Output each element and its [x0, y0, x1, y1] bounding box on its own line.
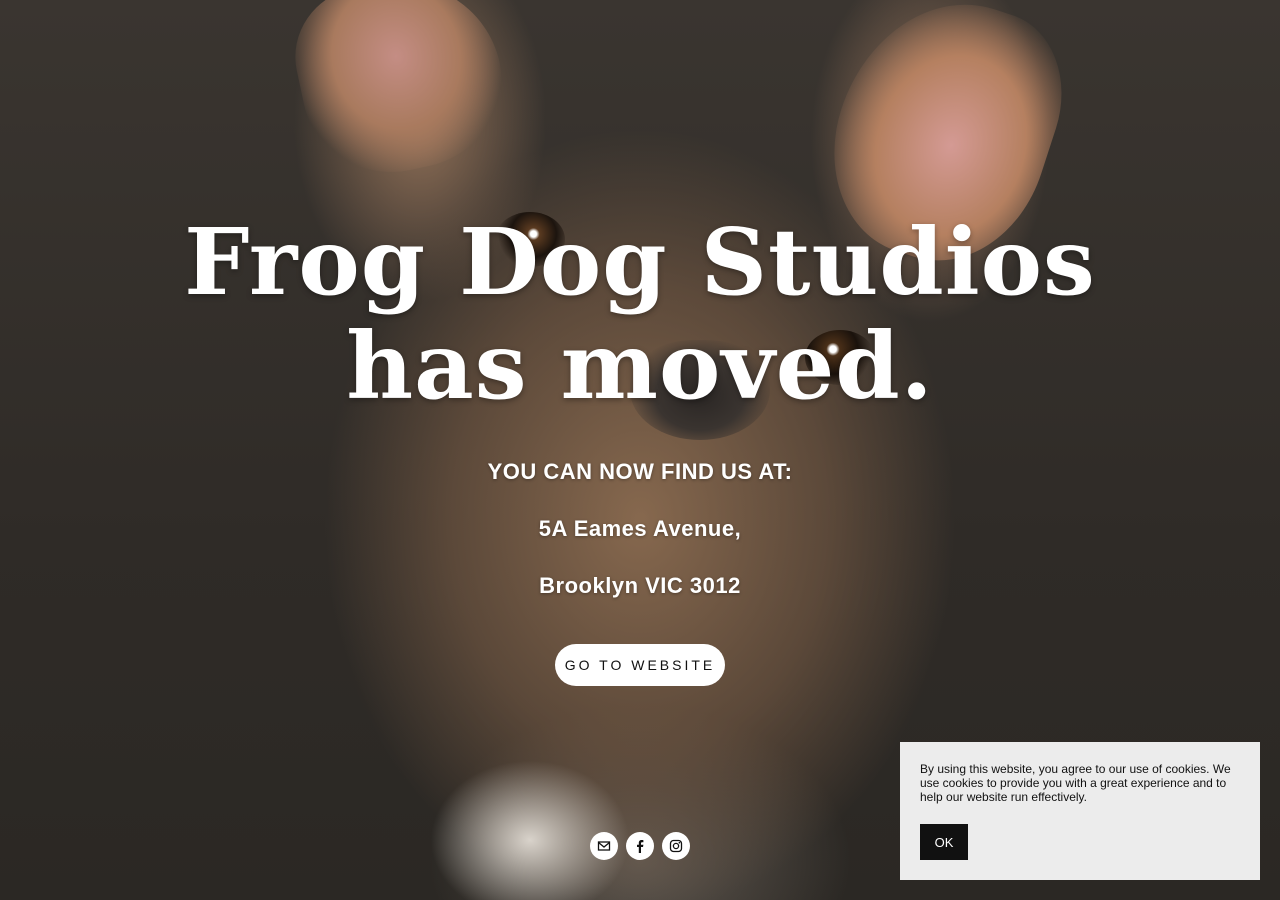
page-title-line-2: has moved. — [346, 312, 934, 420]
subheading: YOU CAN NOW FIND US AT: — [487, 459, 793, 484]
go-to-website-button[interactable]: GO TO WEBSITE — [555, 644, 725, 686]
cookie-notice-text: By using this website, you agree to our … — [920, 762, 1231, 804]
mail-icon — [597, 841, 611, 851]
social-links — [590, 832, 690, 860]
page-title: Frog Dog Studios has moved. — [140, 210, 1140, 418]
facebook-link[interactable] — [626, 832, 654, 860]
facebook-icon — [637, 840, 644, 853]
cookie-banner: By using this website, you agree to our … — [900, 742, 1260, 880]
instagram-link[interactable] — [662, 832, 690, 860]
address-line-1: 5A Eames Avenue, — [538, 516, 742, 541]
cookie-ok-button[interactable]: OK — [920, 824, 968, 860]
email-link[interactable] — [590, 832, 618, 860]
page-title-line-1: Frog Dog Studios — [184, 208, 1096, 316]
instagram-icon — [669, 839, 683, 853]
address-line-2: Brooklyn VIC 3012 — [539, 573, 741, 598]
